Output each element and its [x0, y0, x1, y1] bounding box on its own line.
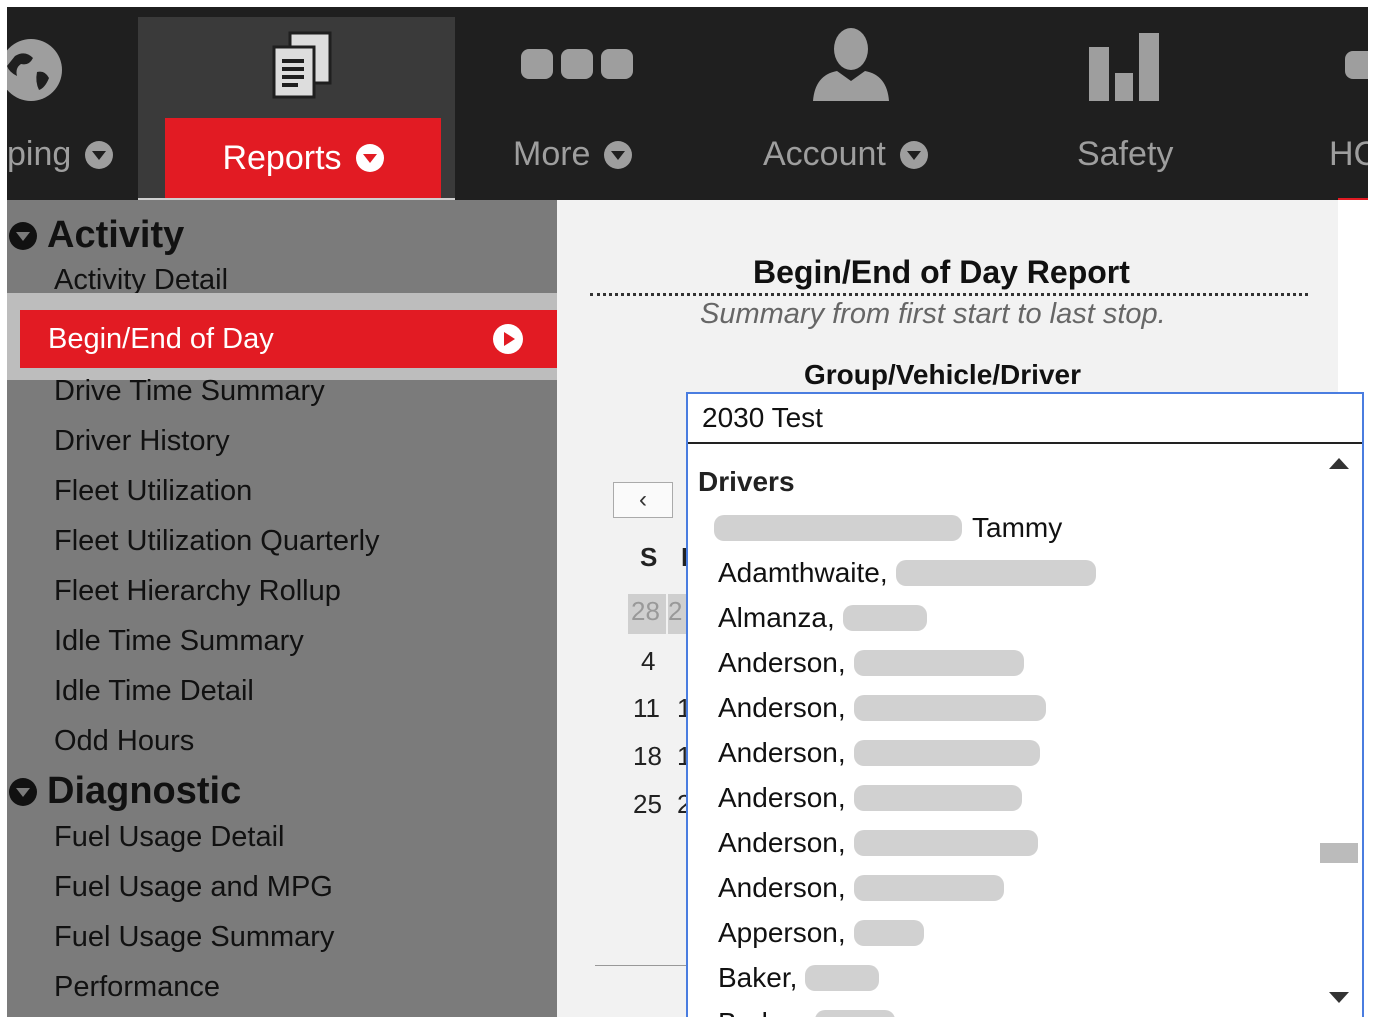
menu-item-idle-time-summary[interactable]: Idle Time Summary [54, 625, 304, 658]
calendar-day[interactable]: 25 [633, 789, 662, 820]
title-divider [590, 293, 1308, 296]
nav-safety[interactable]: Safety [1067, 7, 1197, 200]
chevron-left-icon: ‹ [639, 486, 647, 513]
redacted-text [714, 515, 962, 541]
calendar-day[interactable]: 28 [628, 594, 666, 634]
bar-chart-icon [1089, 33, 1159, 101]
redacted-text [895, 560, 1096, 586]
section-diagnostic[interactable]: Diagnostic [7, 770, 241, 813]
list-item[interactable]: Anderson, [718, 782, 1022, 814]
list-item[interactable]: Anderson, [718, 827, 1038, 859]
list-item[interactable]: Adamthwaite, [718, 557, 1096, 589]
redacted-text [853, 920, 924, 946]
menu-item-odd-hours[interactable]: Odd Hours [54, 725, 194, 758]
menu-item-begin-end-of-day[interactable]: Begin/End of Day [20, 310, 557, 368]
redacted-text [853, 695, 1046, 721]
chevron-down-icon [899, 140, 928, 169]
menu-item-idle-time-detail[interactable]: Idle Time Detail [54, 675, 254, 708]
reports-nav-button[interactable]: Reports [165, 118, 441, 198]
calendar-day[interactable]: 11 [633, 693, 660, 724]
redacted-text [853, 740, 1040, 766]
menu-item-driver-history[interactable]: Driver History [54, 425, 230, 458]
nav-label: HC [1329, 135, 1368, 173]
report-subtitle: Summary from first start to last stop. [700, 298, 1166, 330]
reports-icon [272, 31, 332, 99]
dropdown-group-heading: Drivers [698, 466, 795, 497]
redacted-text [814, 1010, 895, 1017]
calendar-day[interactable]: 18 [633, 741, 662, 772]
chevron-down-icon [85, 140, 114, 169]
nav-label: Account [763, 135, 928, 174]
section-activity[interactable]: Activity [7, 214, 184, 257]
group-vehicle-driver-label: Group/Vehicle/Driver [804, 359, 1081, 390]
scroll-down-arrow-icon[interactable] [1329, 992, 1349, 1003]
collapse-icon [9, 777, 37, 806]
menu-item-fleet-utilization[interactable]: Fleet Utilization [54, 475, 252, 508]
nav-account[interactable]: Account [757, 7, 957, 200]
list-item[interactable]: Barker, [718, 1007, 895, 1017]
menu-item-drive-time-summary[interactable]: Drive Time Summary [54, 375, 325, 408]
menu-item-performance[interactable]: Performance [54, 971, 220, 1004]
group-vehicle-driver-dropdown[interactable]: 2030 Test Drivers Tammy Adamthwaite, Alm… [686, 392, 1364, 1017]
menu-item-fuel-usage-summary[interactable]: Fuel Usage Summary [54, 921, 334, 954]
collapse-icon [9, 221, 37, 250]
previous-month-button[interactable]: ‹ [613, 482, 673, 518]
nav-more[interactable]: More [507, 7, 667, 200]
list-item[interactable]: Baker, [718, 962, 880, 994]
nav-label: Safety [1077, 135, 1174, 173]
calendar-day[interactable]: 4 [641, 646, 655, 677]
list-item[interactable]: Tammy [714, 512, 1062, 544]
list-item[interactable]: Anderson, [718, 872, 1004, 904]
nav-mapping[interactable]: ping [7, 7, 127, 200]
play-icon [493, 324, 523, 354]
calendar-day-header: S [640, 542, 658, 572]
redacted-text [853, 785, 1022, 811]
nav-hc[interactable]: HC [1327, 7, 1368, 200]
redacted-text [805, 965, 880, 991]
menu-item-fleet-utilization-quarterly[interactable]: Fleet Utilization Quarterly [54, 525, 380, 558]
menu-item-fuel-usage-and-mpg[interactable]: Fuel Usage and MPG [54, 871, 333, 904]
scroll-up-arrow-icon[interactable] [1329, 458, 1349, 469]
list-item[interactable]: Anderson, [718, 647, 1024, 679]
top-navigation: ping Reports More Account Safety HC [7, 7, 1368, 200]
menu-item-label: Begin/End of Day [48, 322, 274, 355]
partial-icon [1345, 51, 1368, 79]
report-menu-sidebar: Activity Activity Detail Begin/End of Da… [7, 200, 557, 1017]
menu-item-fuel-usage-detail[interactable]: Fuel Usage Detail [54, 821, 285, 854]
menu-item-fleet-hierarchy-rollup[interactable]: Fleet Hierarchy Rollup [54, 575, 341, 608]
report-title: Begin/End of Day Report [753, 254, 1130, 290]
nav-label: Reports [165, 118, 441, 198]
list-item[interactable]: Almanza, [718, 602, 927, 634]
redacted-text [842, 605, 927, 631]
redacted-text [853, 830, 1038, 856]
user-icon [813, 28, 889, 101]
nav-label: More [513, 135, 633, 174]
chevron-down-icon [604, 140, 633, 169]
list-item[interactable]: Anderson, [718, 737, 1040, 769]
scrollbar-thumb[interactable] [1320, 843, 1358, 863]
list-item[interactable]: Apperson, [718, 917, 924, 949]
group-search-input[interactable]: 2030 Test [688, 394, 1362, 444]
list-item[interactable]: Anderson, [718, 692, 1046, 724]
calendar-day[interactable]: 2 [668, 594, 686, 634]
redacted-text [853, 875, 1004, 901]
chevron-down-icon [355, 144, 384, 172]
nav-label: ping [7, 135, 114, 174]
redacted-text [853, 650, 1024, 676]
more-icon [521, 49, 633, 79]
divider [595, 965, 695, 966]
globe-icon [7, 39, 62, 101]
